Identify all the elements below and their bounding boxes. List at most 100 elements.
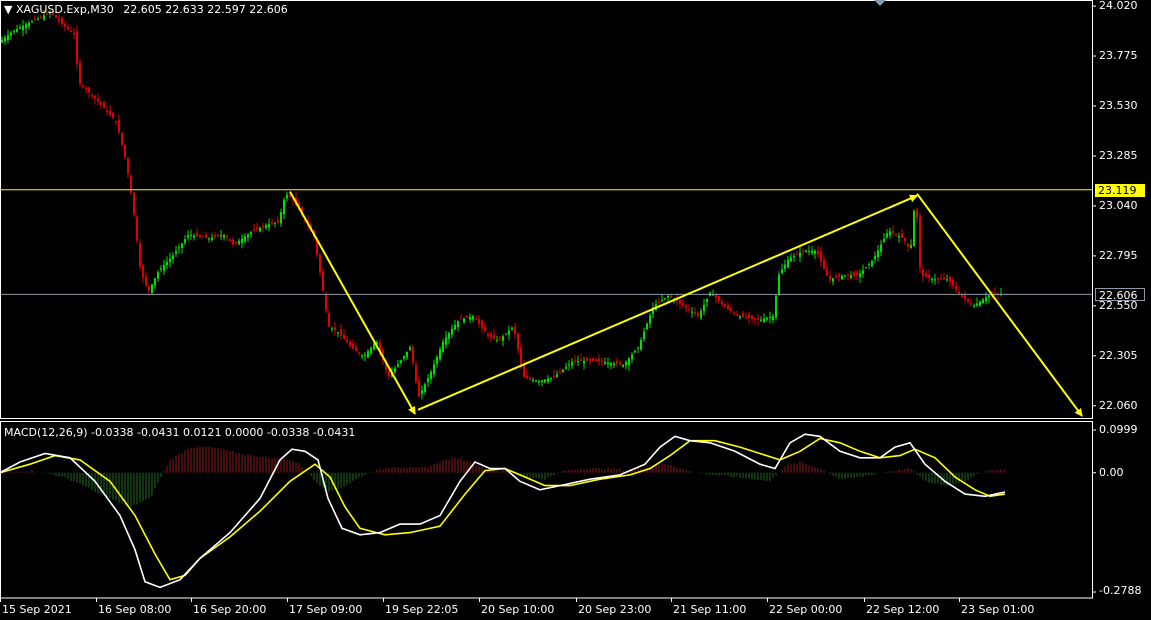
candle-body <box>610 362 612 366</box>
candle-body <box>970 303 972 305</box>
candle-body <box>691 311 693 313</box>
candle-body <box>133 192 135 215</box>
candle-body <box>226 236 228 239</box>
candle-body <box>352 343 354 349</box>
candle-body <box>664 298 666 300</box>
candle-body <box>955 286 957 290</box>
candle-body <box>208 238 210 240</box>
candle-body <box>907 243 909 247</box>
candle-body <box>682 303 684 306</box>
candle-body <box>499 338 501 340</box>
price-tick-label: 22.795 <box>1099 248 1138 262</box>
candle-body <box>958 291 960 294</box>
candle-body <box>364 354 366 356</box>
candle-body <box>730 308 732 311</box>
candle-body <box>127 158 129 174</box>
candle-body <box>466 315 468 318</box>
scroll-marker-icon[interactable] <box>874 0 886 6</box>
candle-body <box>562 369 564 373</box>
candle-body <box>514 326 516 334</box>
candle-body <box>211 237 213 241</box>
candle-body <box>580 359 582 361</box>
candle-body <box>283 199 285 215</box>
candle-body <box>34 18 36 21</box>
candle-body <box>715 294 717 298</box>
candle-body <box>556 374 558 377</box>
candle-body <box>784 264 786 269</box>
candle-body <box>751 315 753 319</box>
candle-body <box>160 268 162 270</box>
time-tick-label: 23 Sep 01:00 <box>961 603 1035 616</box>
macd-header: MACD(12,26,9) -0.0338 -0.0431 0.0121 0.0… <box>4 426 356 439</box>
candle-body <box>589 359 591 361</box>
candle-body <box>187 235 189 238</box>
candle-body <box>421 390 423 394</box>
candle-body <box>487 333 489 336</box>
candle-body <box>814 250 816 254</box>
candle-body <box>7 35 9 41</box>
candle-body <box>19 27 21 29</box>
candle-body <box>940 278 942 280</box>
candle-body <box>496 339 498 341</box>
candle-body <box>502 336 504 341</box>
candle-body <box>61 18 63 24</box>
candle-body <box>205 234 207 239</box>
candle-body <box>946 279 948 281</box>
time-tick-label: 16 Sep 20:00 <box>193 603 267 616</box>
candle-body <box>286 194 288 199</box>
candle-body <box>532 379 534 382</box>
candle-body <box>679 300 681 304</box>
candle-body <box>217 234 219 236</box>
candle-body <box>37 18 39 20</box>
candle-body <box>706 298 708 303</box>
candle-body <box>829 276 831 279</box>
candle-body <box>769 316 771 318</box>
candle-body <box>178 247 180 249</box>
candle-body <box>964 294 966 300</box>
candle-body <box>151 284 153 294</box>
candle-body <box>394 368 396 373</box>
candle-body <box>325 294 327 311</box>
collapse-triangle-icon[interactable]: ▼ <box>4 3 12 16</box>
candle-body <box>220 235 222 237</box>
candle-body <box>454 324 456 330</box>
candle-body <box>694 312 696 314</box>
candle-body <box>595 359 597 361</box>
time-tick-label: 22 Sep 12:00 <box>866 603 940 616</box>
candle-body <box>418 380 420 397</box>
candle-body <box>181 243 183 248</box>
price-tick-label: 23.040 <box>1099 198 1138 212</box>
candle-body <box>529 378 531 380</box>
candle-body <box>934 279 936 281</box>
candle-body <box>130 175 132 194</box>
trend-arrow <box>417 194 918 411</box>
candle-body <box>64 23 66 27</box>
candle-body <box>853 272 855 276</box>
candle-body <box>400 360 402 363</box>
candle-body <box>535 380 537 382</box>
candle-body <box>463 318 465 323</box>
candle-body <box>871 260 873 267</box>
candle-body <box>403 356 405 359</box>
candle-body <box>412 347 414 363</box>
candle-body <box>406 351 408 358</box>
candle-body <box>805 250 807 252</box>
candle-body <box>868 263 870 265</box>
candle-body <box>250 232 252 235</box>
candle-body <box>781 269 783 274</box>
candle-body <box>106 110 108 112</box>
candle-body <box>670 295 672 298</box>
candle-body <box>550 377 552 379</box>
candle-body <box>808 250 810 252</box>
candle-body <box>844 275 846 277</box>
candle-body <box>355 347 357 351</box>
candle-body <box>904 237 906 242</box>
candle-body <box>982 299 984 304</box>
candle-body <box>451 328 453 335</box>
candle-body <box>598 358 600 361</box>
candle-body <box>577 360 579 362</box>
candle-body <box>442 341 444 352</box>
candle-body <box>892 230 894 233</box>
chart-canvas[interactable] <box>0 0 1151 620</box>
candle-body <box>16 28 18 32</box>
